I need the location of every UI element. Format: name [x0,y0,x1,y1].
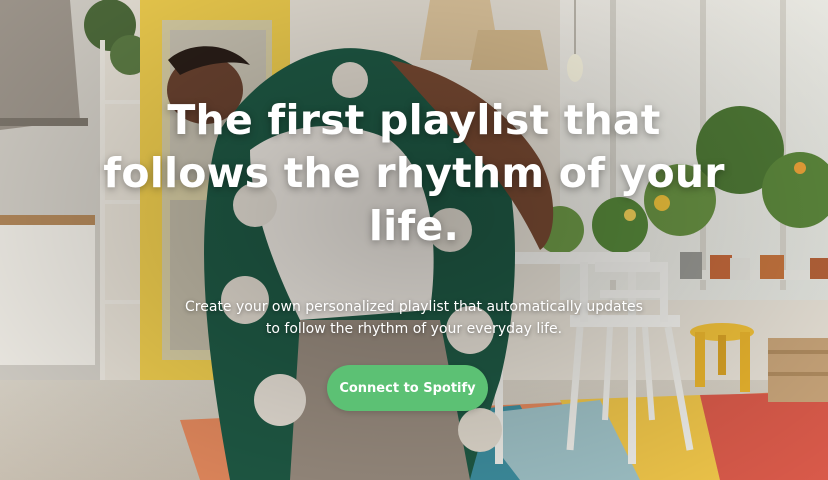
hero-subtext: Create your own personalized playlist th… [185,299,643,337]
connect-to-spotify-button[interactable]: Connect to Spotify [327,365,488,411]
hero-section: The first playlist that follows the rhyt… [0,0,828,480]
hero-headline: The first playlist that follows the rhyt… [103,96,725,250]
